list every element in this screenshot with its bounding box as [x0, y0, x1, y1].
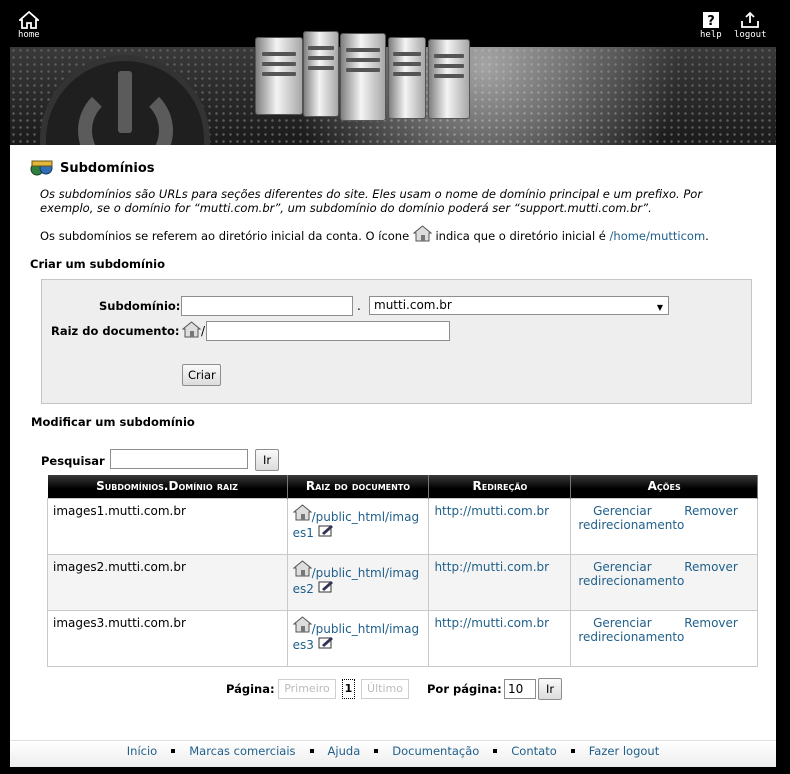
create-heading: Criar um subdomínio [30, 257, 166, 271]
server-image [428, 39, 470, 119]
logout-nav[interactable]: logout [734, 11, 767, 40]
docroot-label: Raiz do documento: [51, 324, 180, 338]
first-page-button[interactable]: Primeiro [278, 679, 336, 699]
footer-link-home[interactable]: Início [127, 744, 157, 758]
help-nav[interactable]: ? help [700, 11, 722, 40]
column-redirect[interactable]: Redireção [428, 475, 572, 498]
home-directory-icon [292, 503, 312, 520]
actions-cell: Gerenciar redirecionamento Remover [570, 497, 758, 555]
page-title: Subdomínios [30, 159, 756, 177]
per-page-label: Por página: [427, 682, 502, 696]
manage-redirect-link[interactable]: Gerenciar redirecionamento [578, 560, 684, 588]
remove-link[interactable]: Remover [684, 504, 738, 518]
docroot-cell: /public_html/imag es2 [286, 553, 430, 611]
redirect-cell: http://mutti.com.br [428, 497, 572, 555]
page-description: Os subdomínios são URLs para seções dife… [40, 187, 703, 215]
search-go-button[interactable]: Ir [255, 449, 279, 471]
edit-icon[interactable] [318, 636, 334, 649]
remove-link[interactable]: Remover [684, 616, 738, 630]
remove-link[interactable]: Remover [684, 560, 738, 574]
last-page-button[interactable]: Último [361, 679, 409, 699]
subdomain-icon [30, 159, 54, 177]
domain-separator: . [357, 299, 361, 313]
footer-link-docs[interactable]: Documentação [392, 744, 479, 758]
home-directory-icon [412, 225, 433, 242]
modify-heading: Modificar um subdomínio [31, 415, 195, 429]
per-page-go-button[interactable]: Ir [538, 678, 562, 700]
svg-text:?: ? [707, 14, 715, 29]
domain-select[interactable]: mutti.com.br ▼ [369, 296, 669, 315]
footer-link-contact[interactable]: Contato [511, 744, 556, 758]
current-page: 1 [342, 679, 355, 699]
subdomain-cell: images3.mutti.com.br [47, 609, 288, 667]
table-row: images1.mutti.com.br /public_html/imag e… [47, 497, 758, 555]
column-docroot[interactable]: Raiz do documento [287, 475, 430, 498]
home-directory-icon [292, 559, 312, 576]
column-actions: Ações [570, 475, 758, 498]
help-icon: ? [702, 12, 719, 29]
docroot-slash: / [201, 324, 206, 338]
redirect-link[interactable]: http://mutti.com.br [434, 504, 549, 518]
edit-icon[interactable] [318, 524, 334, 537]
redirect-link[interactable]: http://mutti.com.br [434, 616, 549, 630]
subdomain-table: Subdomínios.Domínio raiz Raiz do documen… [47, 475, 758, 667]
manage-redirect-link[interactable]: Gerenciar redirecionamento [578, 504, 684, 532]
home-path: /home/mutticom [609, 229, 706, 243]
docroot-link[interactable]: /public_html/imag [312, 566, 420, 580]
help-nav-label: help [700, 30, 722, 40]
actions-cell: Gerenciar redirecionamento Remover [570, 609, 758, 667]
subdomain-label: Subdomínio: [99, 299, 181, 313]
logout-nav-label: logout [734, 30, 767, 40]
app-frame: home ? help logout Subdomínios Os subdom… [10, 5, 776, 767]
footer-link-trademarks[interactable]: Marcas comerciais [189, 744, 295, 758]
logout-icon [741, 11, 760, 28]
docroot-cell: /public_html/imag es1 [286, 497, 430, 555]
table-row: images3.mutti.com.br /public_html/imag e… [47, 609, 758, 667]
footer-link-help[interactable]: Ajuda [328, 744, 361, 758]
table-header-row: Subdomínios.Domínio raiz Raiz do documen… [47, 475, 758, 498]
docroot-input[interactable] [206, 321, 450, 341]
server-image [303, 31, 339, 117]
search-input[interactable] [110, 449, 248, 469]
docroot-link[interactable]: /public_html/imag [312, 622, 420, 636]
home-directory-icon [182, 321, 201, 338]
redirect-cell: http://mutti.com.br [428, 553, 572, 611]
subdomain-cell: images1.mutti.com.br [47, 497, 288, 555]
home-icon [18, 11, 39, 29]
home-nav-label: home [18, 30, 40, 40]
home-dir-note: Os subdomínios se referem ao diretório i… [40, 225, 756, 243]
redirect-link[interactable]: http://mutti.com.br [434, 560, 549, 574]
server-image [340, 33, 386, 121]
manage-redirect-link[interactable]: Gerenciar redirecionamento [578, 616, 684, 644]
search-label: Pesquisar [41, 454, 105, 468]
docroot-cell: /public_html/imag es3 [286, 609, 430, 667]
actions-cell: Gerenciar redirecionamento Remover [570, 553, 758, 611]
server-image [388, 37, 426, 119]
server-image [255, 37, 303, 115]
subdomain-cell: images2.mutti.com.br [47, 553, 288, 611]
create-button[interactable]: Criar [182, 364, 221, 386]
create-subdomain-form: Subdomínio: . mutti.com.br ▼ Raiz do doc… [41, 279, 752, 404]
header-banner: home ? help logout [10, 5, 776, 145]
redirect-cell: http://mutti.com.br [428, 609, 572, 667]
edit-icon[interactable] [318, 580, 334, 593]
table-row: images2.mutti.com.br /public_html/imag e… [47, 553, 758, 611]
footer: Início Marcas comerciais Ajuda Documentação… [10, 740, 776, 767]
main-content: Subdomínios Os subdomínios são URLs para… [10, 159, 776, 404]
chevron-down-icon: ▼ [656, 303, 663, 312]
home-directory-icon [292, 615, 312, 632]
page-label: Página: [226, 682, 275, 696]
home-nav[interactable]: home [18, 11, 40, 40]
per-page-input[interactable] [504, 679, 536, 699]
subdomain-input[interactable] [181, 296, 353, 316]
docroot-link[interactable]: /public_html/imag [312, 510, 420, 524]
column-subdomain[interactable]: Subdomínios.Domínio raiz [47, 475, 288, 498]
footer-link-logout[interactable]: Fazer logout [589, 744, 659, 758]
